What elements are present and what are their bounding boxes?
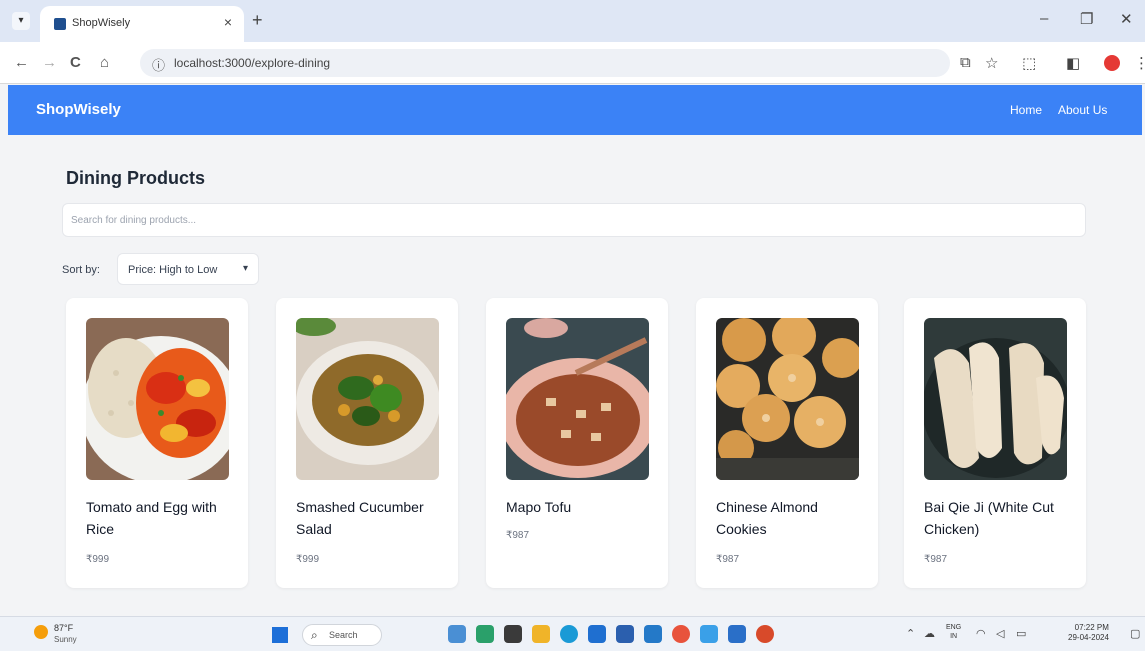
forward-icon[interactable]: → xyxy=(42,54,57,71)
chevron-up-icon[interactable]: ⌃ xyxy=(906,627,915,640)
app-icon[interactable] xyxy=(504,625,522,643)
taskbar-search-label: Search xyxy=(329,630,358,640)
home-icon[interactable]: ⌂ xyxy=(100,54,109,71)
taskbar-search[interactable]: ⌕ Search xyxy=(302,624,382,646)
clock-date: 29-04-2024 xyxy=(1068,633,1109,642)
browser-menu-icon[interactable]: ⋮ xyxy=(1134,54,1145,72)
product-name[interactable]: Mapo Tofu xyxy=(506,496,656,518)
cloud-icon[interactable]: ☁ xyxy=(924,627,935,640)
browser-toolbar: ← → C ⌂ ⓘ localhost:3000/explore-dining … xyxy=(0,42,1145,84)
cucumber-salad-photo xyxy=(296,318,439,480)
language-indicator[interactable]: ENG IN xyxy=(946,623,961,641)
url-text: localhost:3000/explore-dining xyxy=(174,56,331,70)
side-panel-icon[interactable]: ◧ xyxy=(1066,54,1080,72)
product-name[interactable]: Bai Qie Ji (White Cut Chicken) xyxy=(924,496,1074,540)
product-price: ₹999 xyxy=(296,554,320,565)
vscode-icon[interactable] xyxy=(644,625,662,643)
app-icon[interactable] xyxy=(588,625,606,643)
extensions-icon[interactable]: ⬚ xyxy=(1022,54,1036,72)
address-bar[interactable]: ⓘ localhost:3000/explore-dining xyxy=(140,49,950,77)
white-cut-chicken-photo xyxy=(924,318,1067,480)
product-price: ₹987 xyxy=(716,554,740,565)
back-icon[interactable]: ← xyxy=(14,54,29,71)
browser-tab-bar: ▾ ShopWisely × + – ❐ ✕ xyxy=(0,0,1145,42)
app-icon[interactable] xyxy=(476,625,494,643)
reload-icon[interactable]: C xyxy=(70,54,81,71)
tab-close-icon[interactable]: × xyxy=(224,14,232,30)
product-card[interactable]: Smashed Cucumber Salad ₹999 xyxy=(276,298,458,588)
product-card[interactable]: Bai Qie Ji (White Cut Chicken) ₹987 xyxy=(904,298,1086,588)
minimize-icon[interactable]: – xyxy=(1040,10,1048,27)
favicon-icon xyxy=(54,18,66,30)
windows-start-icon[interactable] xyxy=(272,627,288,643)
close-window-icon[interactable]: ✕ xyxy=(1120,10,1133,28)
product-price: ₹987 xyxy=(506,530,530,541)
product-name[interactable]: Chinese Almond Cookies xyxy=(716,496,866,540)
app-navbar: ShopWisely Home About Us xyxy=(8,85,1142,135)
search-icon: ⌕ xyxy=(311,628,318,642)
product-name[interactable]: Smashed Cucumber Salad xyxy=(296,496,446,540)
bookmark-star-icon[interactable]: ☆ xyxy=(985,54,998,72)
product-card[interactable]: Chinese Almond Cookies ₹987 xyxy=(696,298,878,588)
site-info-icon[interactable]: ⓘ xyxy=(152,55,165,74)
volume-icon[interactable]: ◁ xyxy=(996,627,1004,640)
language-code: ENG xyxy=(946,624,962,631)
browser-tab[interactable]: ShopWisely × xyxy=(40,6,244,42)
product-name[interactable]: Tomato and Egg with Rice xyxy=(86,496,236,540)
clock-time: 07:22 PM xyxy=(1074,623,1109,632)
powerpoint-icon[interactable] xyxy=(756,625,774,643)
app-icon[interactable] xyxy=(700,625,718,643)
mapo-tofu-photo xyxy=(506,318,649,480)
weather-temperature: 87°F xyxy=(54,623,74,633)
folder-icon[interactable] xyxy=(532,625,550,643)
chrome-icon[interactable] xyxy=(672,625,690,643)
battery-icon[interactable]: ▭ xyxy=(1016,627,1026,640)
app-icon[interactable] xyxy=(448,625,466,643)
profile-avatar[interactable] xyxy=(1104,55,1120,71)
keyboard-region: IN xyxy=(950,633,958,640)
chevron-down-icon: ▾ xyxy=(242,263,248,274)
tab-search-chevron-icon[interactable]: ▾ xyxy=(12,12,30,30)
product-price: ₹987 xyxy=(924,554,948,565)
sort-label: Sort by: xyxy=(62,264,100,276)
os-taskbar: 87°F Sunny ⌕ Search ⌃ ☁ ENG IN ◠ ◁ ▭ 07:… xyxy=(0,616,1145,651)
product-card[interactable]: Mapo Tofu ₹987 xyxy=(486,298,668,588)
weather-sun-icon[interactable] xyxy=(34,625,48,639)
wifi-icon[interactable]: ◠ xyxy=(976,627,986,640)
almond-cookies-photo xyxy=(716,318,859,480)
nav-link-about-us[interactable]: About Us xyxy=(1058,103,1107,117)
sort-select[interactable]: Price: High to Low ▾ xyxy=(117,253,259,285)
mail-icon[interactable] xyxy=(728,625,746,643)
search-input[interactable] xyxy=(62,203,1086,237)
product-price: ₹999 xyxy=(86,554,110,565)
notification-icon[interactable]: ▢ xyxy=(1130,627,1140,640)
page-title: Dining Products xyxy=(66,168,205,188)
weather-description: Sunny xyxy=(54,635,77,644)
tomato-egg-rice-photo xyxy=(86,318,229,480)
new-tab-icon[interactable]: + xyxy=(252,10,263,31)
restore-icon[interactable]: ❐ xyxy=(1080,10,1093,28)
translate-icon[interactable]: ⧉ xyxy=(960,54,971,71)
clock[interactable]: 07:22 PM 29-04-2024 xyxy=(1068,623,1109,643)
brand-logo[interactable]: ShopWisely xyxy=(36,101,121,118)
edge-icon[interactable] xyxy=(560,625,578,643)
sort-selected-value: Price: High to Low xyxy=(128,264,218,276)
app-icon[interactable] xyxy=(616,625,634,643)
tab-title: ShopWisely xyxy=(72,17,131,29)
product-card[interactable]: Tomato and Egg with Rice ₹999 xyxy=(66,298,248,588)
nav-link-home[interactable]: Home xyxy=(1010,103,1042,117)
